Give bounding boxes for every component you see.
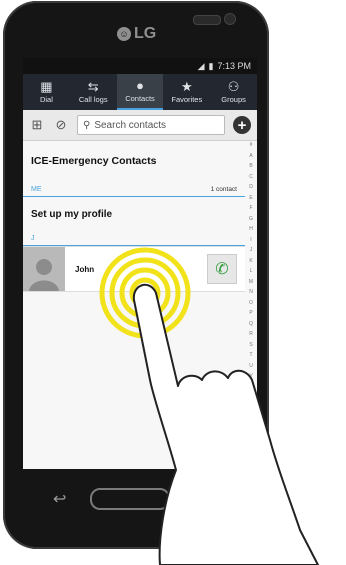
tap-gesture-overlay xyxy=(99,247,319,565)
pointing-hand-icon xyxy=(132,283,319,565)
